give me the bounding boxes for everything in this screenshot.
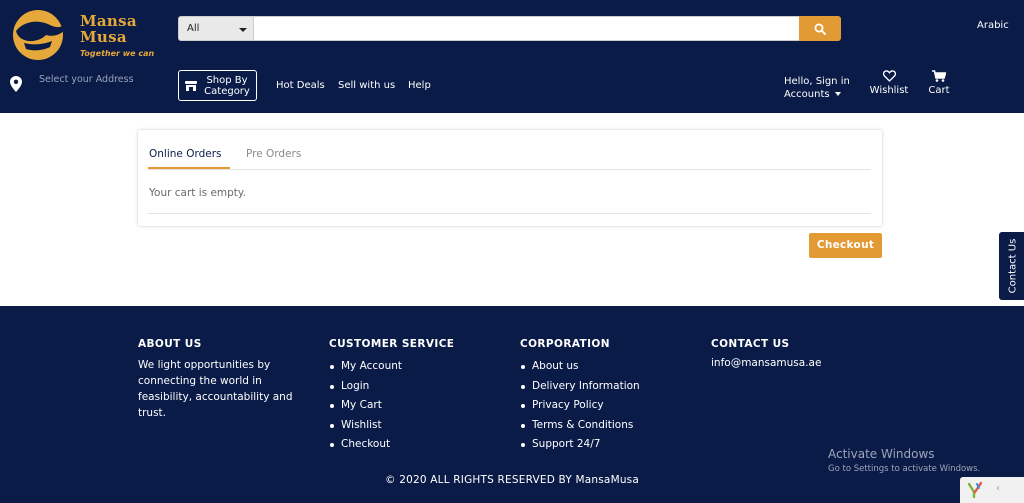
cart-icon <box>932 70 946 82</box>
footer-link-checkout[interactable]: Checkout <box>329 435 454 455</box>
footer-contact: CONTACT US info@mansamusa.ae <box>711 338 821 369</box>
footer-contact-email[interactable]: info@mansamusa.ae <box>711 357 821 369</box>
empty-cart-message: Your cart is empty. <box>149 187 246 199</box>
shop-by-category-button[interactable]: Shop By Category <box>178 70 257 101</box>
footer-corporation: CORPORATION About us Delivery Informatio… <box>520 338 640 455</box>
cart-link[interactable]: Cart <box>925 70 953 96</box>
footer-link-wishlist[interactable]: Wishlist <box>329 416 454 436</box>
account-greeting: Hello, Sign in <box>784 76 850 87</box>
shop-by-category-label: Shop By Category <box>203 75 251 97</box>
tab-online-orders[interactable]: Online Orders <box>149 148 222 160</box>
activate-windows-watermark: Activate Windows Go to Settings to activ… <box>828 447 980 474</box>
main-content: Online Orders Pre Orders Your cart is em… <box>0 113 1024 306</box>
brand-name: Mansa Musa <box>80 13 160 45</box>
footer-link-my-cart[interactable]: My Cart <box>329 396 454 416</box>
search-button[interactable] <box>799 16 841 41</box>
footer-about-heading: ABOUT US <box>138 338 202 350</box>
activate-windows-title: Activate Windows <box>828 447 935 461</box>
brand-logo[interactable]: Mansa Musa Together we can <box>10 7 154 63</box>
footer-link-my-account[interactable]: My Account <box>329 357 454 377</box>
search-icon <box>814 23 826 35</box>
footer-link-about-us[interactable]: About us <box>520 357 640 377</box>
footer-link-login[interactable]: Login <box>329 377 454 397</box>
store-icon <box>185 81 197 91</box>
contact-us-label: Contact Us <box>1007 238 1018 294</box>
checkout-button[interactable]: Checkout <box>809 233 882 258</box>
nav-help[interactable]: Help <box>408 80 431 91</box>
map-pin-icon <box>10 76 22 92</box>
footer-link-delivery-information[interactable]: Delivery Information <box>520 377 640 397</box>
site-header: Mansa Musa Together we can All Arabic Se… <box>0 0 1024 113</box>
address-selector[interactable]: Select your Address <box>39 74 134 85</box>
brand-name-line2: Musa <box>80 28 127 46</box>
yoast-icon <box>967 481 983 499</box>
tab-divider <box>148 169 871 170</box>
shop-by-category-line2: Category <box>204 86 250 97</box>
caret-down-icon <box>834 92 841 96</box>
caret-down-icon <box>239 28 247 32</box>
brand-name-line1: Mansa <box>80 12 137 30</box>
search-category-select[interactable]: All <box>178 16 254 41</box>
footer-copyright: © 2020 ALL RIGHTS RESERVED BY MansaMusa <box>384 474 639 486</box>
tab-pre-orders[interactable]: Pre Orders <box>246 148 301 160</box>
chevron-left-icon[interactable]: ‹ <box>996 483 1000 494</box>
search-input[interactable] <box>254 16 800 41</box>
account-label-row: Accounts <box>784 88 850 101</box>
language-switch[interactable]: Arabic <box>977 20 1009 31</box>
footer-link-privacy-policy[interactable]: Privacy Policy <box>520 396 640 416</box>
account-menu[interactable]: Hello, Sign in Accounts <box>784 75 850 101</box>
footer-customer-service: CUSTOMER SERVICE My Account Login My Car… <box>329 338 454 455</box>
shop-by-category-line1: Shop By <box>206 75 248 86</box>
nav-sell-with-us[interactable]: Sell with us <box>338 80 395 91</box>
tray-widget[interactable]: ‹ <box>960 477 1024 503</box>
wishlist-label: Wishlist <box>869 85 909 96</box>
contact-us-tab[interactable]: Contact Us <box>998 231 1024 301</box>
cart-label: Cart <box>928 85 950 96</box>
footer-about: ABOUT US We light opportunities by conne… <box>138 338 308 421</box>
heart-icon <box>882 70 896 82</box>
footer-customer-service-heading: CUSTOMER SERVICE <box>329 338 455 350</box>
search-category-value: All <box>187 23 200 34</box>
brand-tagline: Together we can <box>80 49 155 58</box>
footer-corporation-heading: CORPORATION <box>520 338 610 350</box>
brand-logo-mark <box>13 10 66 60</box>
footer-link-terms-conditions[interactable]: Terms & Conditions <box>520 416 640 436</box>
orders-card: Online Orders Pre Orders Your cart is em… <box>138 130 882 226</box>
footer-about-text: We light opportunities by connecting the… <box>138 359 293 419</box>
nav-hot-deals[interactable]: Hot Deals <box>276 80 325 91</box>
activate-windows-subtitle: Go to Settings to activate Windows. <box>828 464 981 474</box>
wishlist-link[interactable]: Wishlist <box>869 70 909 96</box>
footer-contact-heading: CONTACT US <box>711 338 790 350</box>
account-label: Accounts <box>784 89 830 100</box>
card-divider <box>148 213 871 214</box>
footer-link-support[interactable]: Support 24/7 <box>520 435 640 455</box>
